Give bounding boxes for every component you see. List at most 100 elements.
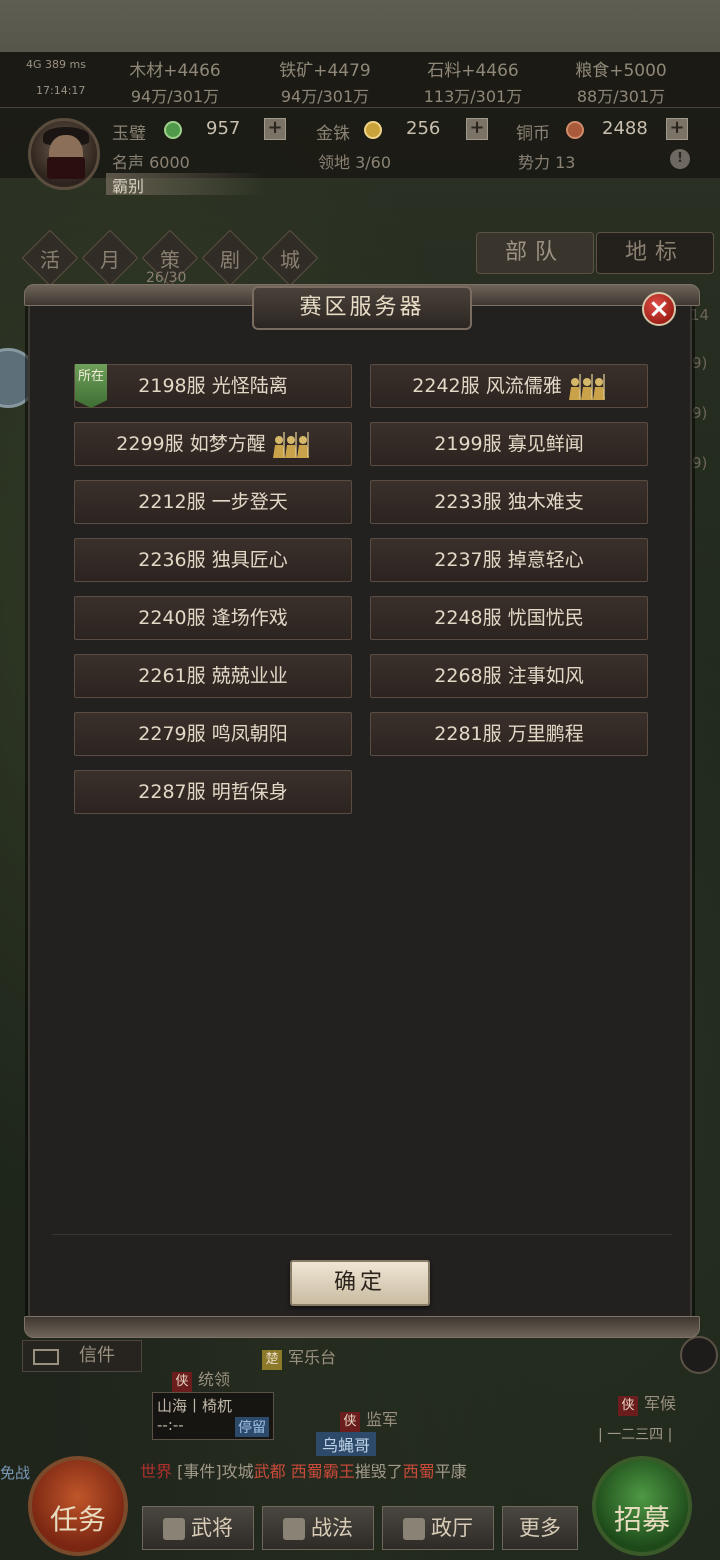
troops-icon [272, 431, 309, 458]
tag-commander[interactable]: 侠统领 [166, 1366, 236, 1392]
server-label: 2233服 独木难支 [434, 491, 584, 513]
server-select-dialog: 赛区服务器 × 所在 2198服 光怪陆离 2242服 风流儒雅 2299服 如梦方醒… [24, 284, 700, 1338]
server-label: 2198服 光怪陆离 [138, 375, 288, 397]
tag-mark: 侠 [618, 1396, 638, 1416]
chat-target: 西蜀 [402, 1462, 435, 1481]
warning-icon[interactable]: ! [670, 149, 690, 169]
more-button[interactable]: 更多 [502, 1506, 578, 1550]
server-label: 2287服 明哲保身 [138, 781, 288, 803]
server-option[interactable]: 所在 2198服 光怪陆离 [74, 364, 352, 408]
server-label: 2242服 风流儒雅 [412, 375, 562, 397]
avatar[interactable] [28, 118, 100, 190]
chat-actor: 西蜀霸王 [290, 1462, 355, 1481]
chat-place: 平康 [434, 1462, 467, 1481]
server-option[interactable]: 2279服 鸣凤朝阳 [74, 712, 352, 756]
server-option[interactable]: 2268服 注事如风 [370, 654, 648, 698]
dialog-title: 赛区服务器 [252, 286, 472, 330]
tag-label: 统领 [198, 1370, 231, 1389]
server-option[interactable]: 2236服 独具匠心 [74, 538, 352, 582]
generals-button[interactable]: 武将 [142, 1506, 254, 1550]
stat-power: 势力 13 [518, 153, 576, 172]
resource-wood: 木材+4466 94万/301万 [129, 61, 221, 106]
server-option[interactable]: 2242服 风流儒雅 [370, 364, 648, 408]
tab-troops[interactable]: 部队 [476, 232, 594, 274]
player-name: 霸别 [106, 173, 266, 196]
gold-coin-icon [364, 121, 382, 139]
server-label: 2281服 万里鹏程 [434, 723, 584, 745]
server-option[interactable]: 2233服 独木难支 [370, 480, 648, 524]
tactics-label: 战法 [311, 1516, 353, 1540]
server-label: 2261服 兢兢业业 [138, 665, 288, 687]
tag-mark: 侠 [340, 1412, 360, 1432]
server-label: 2237服 掉意轻心 [434, 549, 584, 571]
quick-tab-activity[interactable]: 活 [30, 244, 70, 273]
player-map-tag[interactable]: 乌蝇哥 [316, 1432, 377, 1456]
server-label: 2248服 忧国忧民 [434, 607, 584, 629]
tactics-icon [283, 1518, 305, 1540]
page-tabs[interactable]: | 一二三四 | [598, 1424, 672, 1444]
generals-icon [163, 1518, 185, 1540]
divider [52, 1234, 672, 1235]
add-gold-button[interactable]: + [466, 118, 488, 140]
currency-copper: 铜币 2488 + [516, 117, 692, 144]
government-button[interactable]: 政厅 [382, 1506, 494, 1550]
server-option[interactable]: 2237服 掉意轻心 [370, 538, 648, 582]
server-option[interactable]: 2299服 如梦方醒 [74, 422, 352, 466]
quick-tab-monthly[interactable]: 月 [90, 244, 130, 273]
server-option[interactable]: 2248服 忧国忧民 [370, 596, 648, 640]
edge-number: 14 [690, 306, 710, 324]
edge-number: 9) [692, 454, 708, 472]
resource-grain: 粮食+5000 88万/301万 [575, 61, 667, 106]
generals-label: 武将 [191, 1516, 233, 1540]
stay-badge: 停留 [235, 1417, 269, 1437]
tag-supervisor[interactable]: 侠监军 [334, 1406, 404, 1432]
server-option[interactable]: 2199服 寡见鲜闻 [370, 422, 648, 466]
copper-coin-icon [566, 121, 584, 139]
edge-number: 9) [692, 404, 708, 422]
quick-tab-city[interactable]: 城 [270, 244, 310, 273]
city-info-box[interactable]: 山海丨椅杌 --:-- 停留 [152, 1392, 274, 1440]
tab-landmarks[interactable]: 地标 [596, 232, 714, 274]
resource-iron: 铁矿+4479 94万/301万 [279, 61, 371, 106]
server-label: 2240服 逢场作戏 [138, 607, 288, 629]
tag-mark: 侠 [172, 1372, 192, 1392]
world-chat-line[interactable]: 世界 [事件]攻城武都 西蜀霸王摧毁了西蜀平康 [140, 1458, 610, 1484]
server-label: 2236服 独具匠心 [138, 549, 288, 571]
mail-button[interactable]: 信件 [22, 1340, 142, 1372]
dialog-bottom-frame [24, 1316, 700, 1338]
avatar-mask [47, 157, 85, 179]
quick-tab-strategy[interactable]: 策 [150, 244, 190, 273]
quick-tab-story[interactable]: 剧 [210, 244, 250, 273]
server-option[interactable]: 2261服 兢兢业业 [74, 654, 352, 698]
resource-stone: 石料+4466 113万/301万 [423, 61, 523, 106]
tag-marquis[interactable]: 侠军候 [612, 1390, 682, 1416]
add-copper-button[interactable]: + [666, 118, 688, 140]
task-button[interactable]: 任务 [28, 1456, 128, 1556]
server-option[interactable]: 2281服 万里鹏程 [370, 712, 648, 756]
home-icon[interactable] [680, 1336, 718, 1374]
network-status: 4G 389 ms [26, 58, 86, 71]
currency-jade: 玉璧 957 + [112, 117, 288, 144]
tag-music-stage[interactable]: 楚军乐台 [256, 1344, 342, 1370]
recruit-button[interactable]: 招募 [592, 1456, 692, 1556]
edge-number: 9) [692, 354, 708, 372]
tactics-button[interactable]: 战法 [262, 1506, 374, 1550]
mail-icon [33, 1349, 59, 1365]
server-option[interactable]: 2212服 一步登天 [74, 480, 352, 524]
stat-territory: 领地 3/60 [318, 153, 392, 172]
mail-label: 信件 [79, 1345, 115, 1366]
close-icon[interactable]: × [642, 292, 676, 326]
add-jade-button[interactable]: + [264, 118, 286, 140]
server-option[interactable]: 2240服 逢场作戏 [74, 596, 352, 640]
clock: 17:14:17 [36, 84, 86, 97]
tag-label: 监军 [366, 1410, 399, 1429]
tag-label: 军候 [644, 1394, 677, 1413]
confirm-button[interactable]: 确定 [290, 1260, 430, 1306]
server-option[interactable]: 2287服 明哲保身 [74, 770, 352, 814]
truce-label: 免战 [0, 1464, 31, 1482]
chat-city: 武都 [253, 1462, 286, 1481]
more-label: 更多 [519, 1516, 561, 1540]
troops-icon [568, 373, 605, 400]
jade-coin-icon [164, 121, 182, 139]
current-server-badge: 所在 [75, 364, 107, 408]
